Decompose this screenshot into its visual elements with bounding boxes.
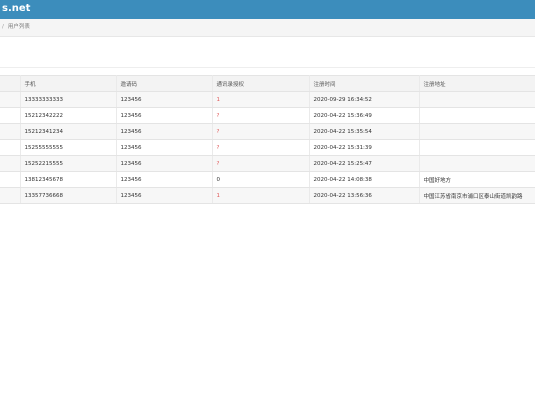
cell-contacts-auth: ?: [212, 107, 310, 124]
cell-invite-code: 123456: [116, 155, 213, 172]
cell-invite-code: 123456: [116, 91, 213, 108]
table-row[interactable]: 15212342222 123456? 2020-04-22 15:36:49: [0, 107, 535, 124]
row-select-cell: [0, 171, 21, 188]
row-select-cell: [0, 107, 21, 124]
cell-phone: 15212342222: [20, 107, 117, 124]
cell-register-address: 中国江苏省南京市浦口区泰山街道凯韵路: [419, 187, 535, 204]
cell-register-time: 2020-09-29 16:34:52: [309, 91, 420, 108]
cell-contacts-auth: ?: [212, 139, 310, 156]
cell-register-time: 2020-04-22 13:56:36: [309, 187, 420, 204]
breadcrumb-current: 用户列表: [7, 24, 30, 30]
cell-register-address: 中国好地方: [419, 171, 535, 188]
cell-phone: 15252215555: [20, 155, 117, 172]
table-row[interactable]: 15255555555 123456? 2020-04-22 15:31:39: [0, 139, 535, 156]
cell-register-address: [419, 155, 535, 172]
cell-contacts-auth: 1: [212, 187, 310, 204]
table-row[interactable]: 13357736668 123456 1 2020-04-22 13:56:36 中国江…: [0, 187, 535, 204]
cell-phone: 15212341234: [20, 123, 117, 140]
column-header-register-time[interactable]: 注册时间: [309, 75, 420, 92]
row-select-cell: [0, 139, 21, 156]
column-header-select: [0, 75, 21, 92]
cell-register-address: [419, 91, 535, 108]
cell-phone: 13812345678: [20, 171, 117, 188]
table-row[interactable]: 13333333333 123456 1 2020-09-29 16:34:52: [0, 91, 535, 108]
cell-phone: 13357736668: [20, 187, 117, 204]
cell-register-address: [419, 123, 535, 140]
cell-invite-code: 123456: [116, 107, 213, 124]
column-header-register-address[interactable]: 注册地址: [419, 75, 535, 92]
cell-contacts-auth: 0: [212, 171, 310, 188]
column-header-invite-code[interactable]: 邀请码: [116, 75, 213, 92]
row-select-cell: [0, 123, 21, 140]
cell-register-address: [419, 107, 535, 124]
cell-invite-code: 123456: [116, 171, 213, 188]
top-navbar: s.net: [0, 0, 535, 19]
table-row[interactable]: 15212341234 123456? 2020-04-22 15:35:54: [0, 123, 535, 140]
cell-register-time: 2020-04-22 15:25:47: [309, 155, 420, 172]
cell-invite-code: 123456: [116, 139, 213, 156]
cell-register-time: 2020-04-22 15:36:49: [309, 107, 420, 124]
divider: [0, 67, 535, 68]
table-row[interactable]: 13812345678 123456 0 2020-04-22 14:08:38 中国好…: [0, 171, 535, 188]
breadcrumb-separator: /: [2, 24, 4, 30]
cell-phone: 15255555555: [20, 139, 117, 156]
column-header-phone[interactable]: 手机: [20, 75, 117, 92]
cell-register-time: 2020-04-22 14:08:38: [309, 171, 420, 188]
table-row[interactable]: 15252215555 123456? 2020-04-22 15:25:47: [0, 155, 535, 172]
row-select-cell: [0, 155, 21, 172]
user-table: 手机 邀请码 通讯录授权 注册时间 注册地址 13333333333 123456…: [0, 75, 535, 204]
cell-phone: 13333333333: [20, 91, 117, 108]
breadcrumb-bar: / 用户列表: [0, 19, 535, 37]
breadcrumb: / 用户列表: [2, 24, 30, 31]
column-header-contacts-auth[interactable]: 通讯录授权: [212, 75, 310, 92]
cell-invite-code: 123456: [116, 123, 213, 140]
table-header-row: 手机 邀请码 通讯录授权 注册时间 注册地址: [0, 75, 535, 92]
cell-register-time: 2020-04-22 15:35:54: [309, 123, 420, 140]
cell-register-address: [419, 139, 535, 156]
row-select-cell: [0, 91, 21, 108]
cell-register-time: 2020-04-22 15:31:39: [309, 139, 420, 156]
cell-contacts-auth: ?: [212, 155, 310, 172]
cell-invite-code: 123456: [116, 187, 213, 204]
cell-contacts-auth: ?: [212, 123, 310, 140]
row-select-cell: [0, 187, 21, 204]
cell-contacts-auth: 1: [212, 91, 310, 108]
brand-logo-text[interactable]: s.net: [2, 3, 30, 15]
